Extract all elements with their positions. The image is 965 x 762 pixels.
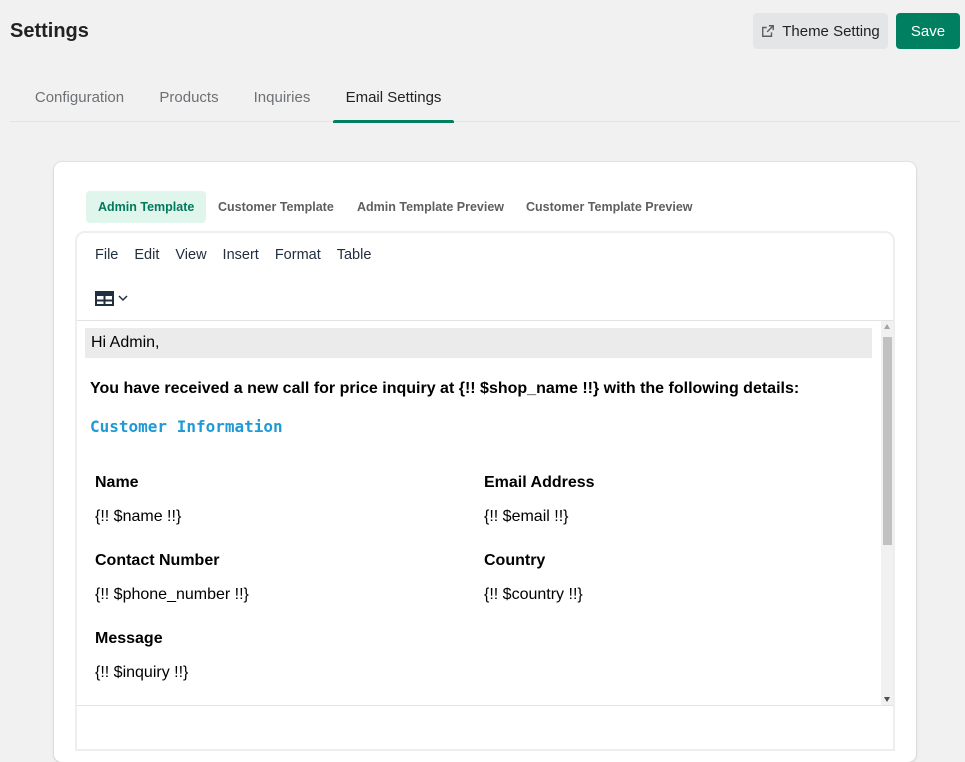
email-value: {!! $email !!} <box>484 508 569 525</box>
name-label: Name <box>95 474 139 491</box>
country-label: Country <box>484 552 546 569</box>
tab-email-settings[interactable]: Email Settings <box>333 72 454 123</box>
page-title: Settings <box>10 20 89 42</box>
tab-inquiries[interactable]: Inquiries <box>236 72 328 122</box>
menu-format[interactable]: Format <box>267 240 329 270</box>
save-button[interactable]: Save <box>896 13 960 49</box>
table-icon <box>95 290 114 306</box>
email-label: Email Address <box>484 474 595 491</box>
theme-setting-button[interactable]: Theme Setting <box>753 13 888 49</box>
name-value: {!! $name !!} <box>95 508 182 525</box>
page-header: Settings Theme Setting Save <box>0 0 965 62</box>
editor-statusbar <box>77 705 893 735</box>
message-value: {!! $inquiry !!} <box>95 664 189 681</box>
email-settings-card: Admin Template Customer Template Admin T… <box>54 162 916 762</box>
chevron-down-icon <box>118 294 128 301</box>
theme-setting-label: Theme Setting <box>782 22 880 40</box>
subtab-admin-template[interactable]: Admin Template <box>86 191 207 223</box>
scroll-thumb[interactable] <box>883 337 892 545</box>
customer-information-heading: Customer Information <box>90 417 283 436</box>
subtab-customer-template[interactable]: Customer Template <box>206 191 346 223</box>
contact-number-label: Contact Number <box>95 552 220 569</box>
table-dropdown-button[interactable] <box>87 283 131 313</box>
scroll-down-arrow-icon[interactable] <box>884 697 890 702</box>
editor-menubar: File Edit View Insert Format Table <box>77 233 893 277</box>
editor-scrollbar[interactable] <box>881 321 893 705</box>
menu-table[interactable]: Table <box>329 240 380 270</box>
menu-view[interactable]: View <box>167 240 214 270</box>
rich-text-editor: File Edit View Insert Format Table Hi Ad… <box>75 231 895 751</box>
contact-number-value: {!! $phone_number !!} <box>95 586 249 603</box>
menu-edit[interactable]: Edit <box>126 240 167 270</box>
greeting-text: Hi Admin, <box>85 328 872 358</box>
menu-insert[interactable]: Insert <box>215 240 267 270</box>
external-link-icon <box>762 25 775 37</box>
message-label: Message <box>95 630 163 647</box>
editor-toolbar <box>77 277 893 321</box>
scroll-up-arrow-icon[interactable] <box>884 324 890 329</box>
settings-tabs: Configuration Products Inquiries Email S… <box>10 72 960 123</box>
country-value: {!! $country !!} <box>484 586 583 603</box>
subtab-customer-template-preview[interactable]: Customer Template Preview <box>514 191 705 223</box>
intro-text: You have received a new call for price i… <box>90 380 800 397</box>
menu-file[interactable]: File <box>87 240 126 270</box>
subtab-admin-template-preview[interactable]: Admin Template Preview <box>345 191 516 223</box>
tab-products[interactable]: Products <box>149 72 229 122</box>
tab-configuration[interactable]: Configuration <box>10 72 149 122</box>
editor-content[interactable]: Hi Admin, You have received a new call f… <box>77 321 881 705</box>
